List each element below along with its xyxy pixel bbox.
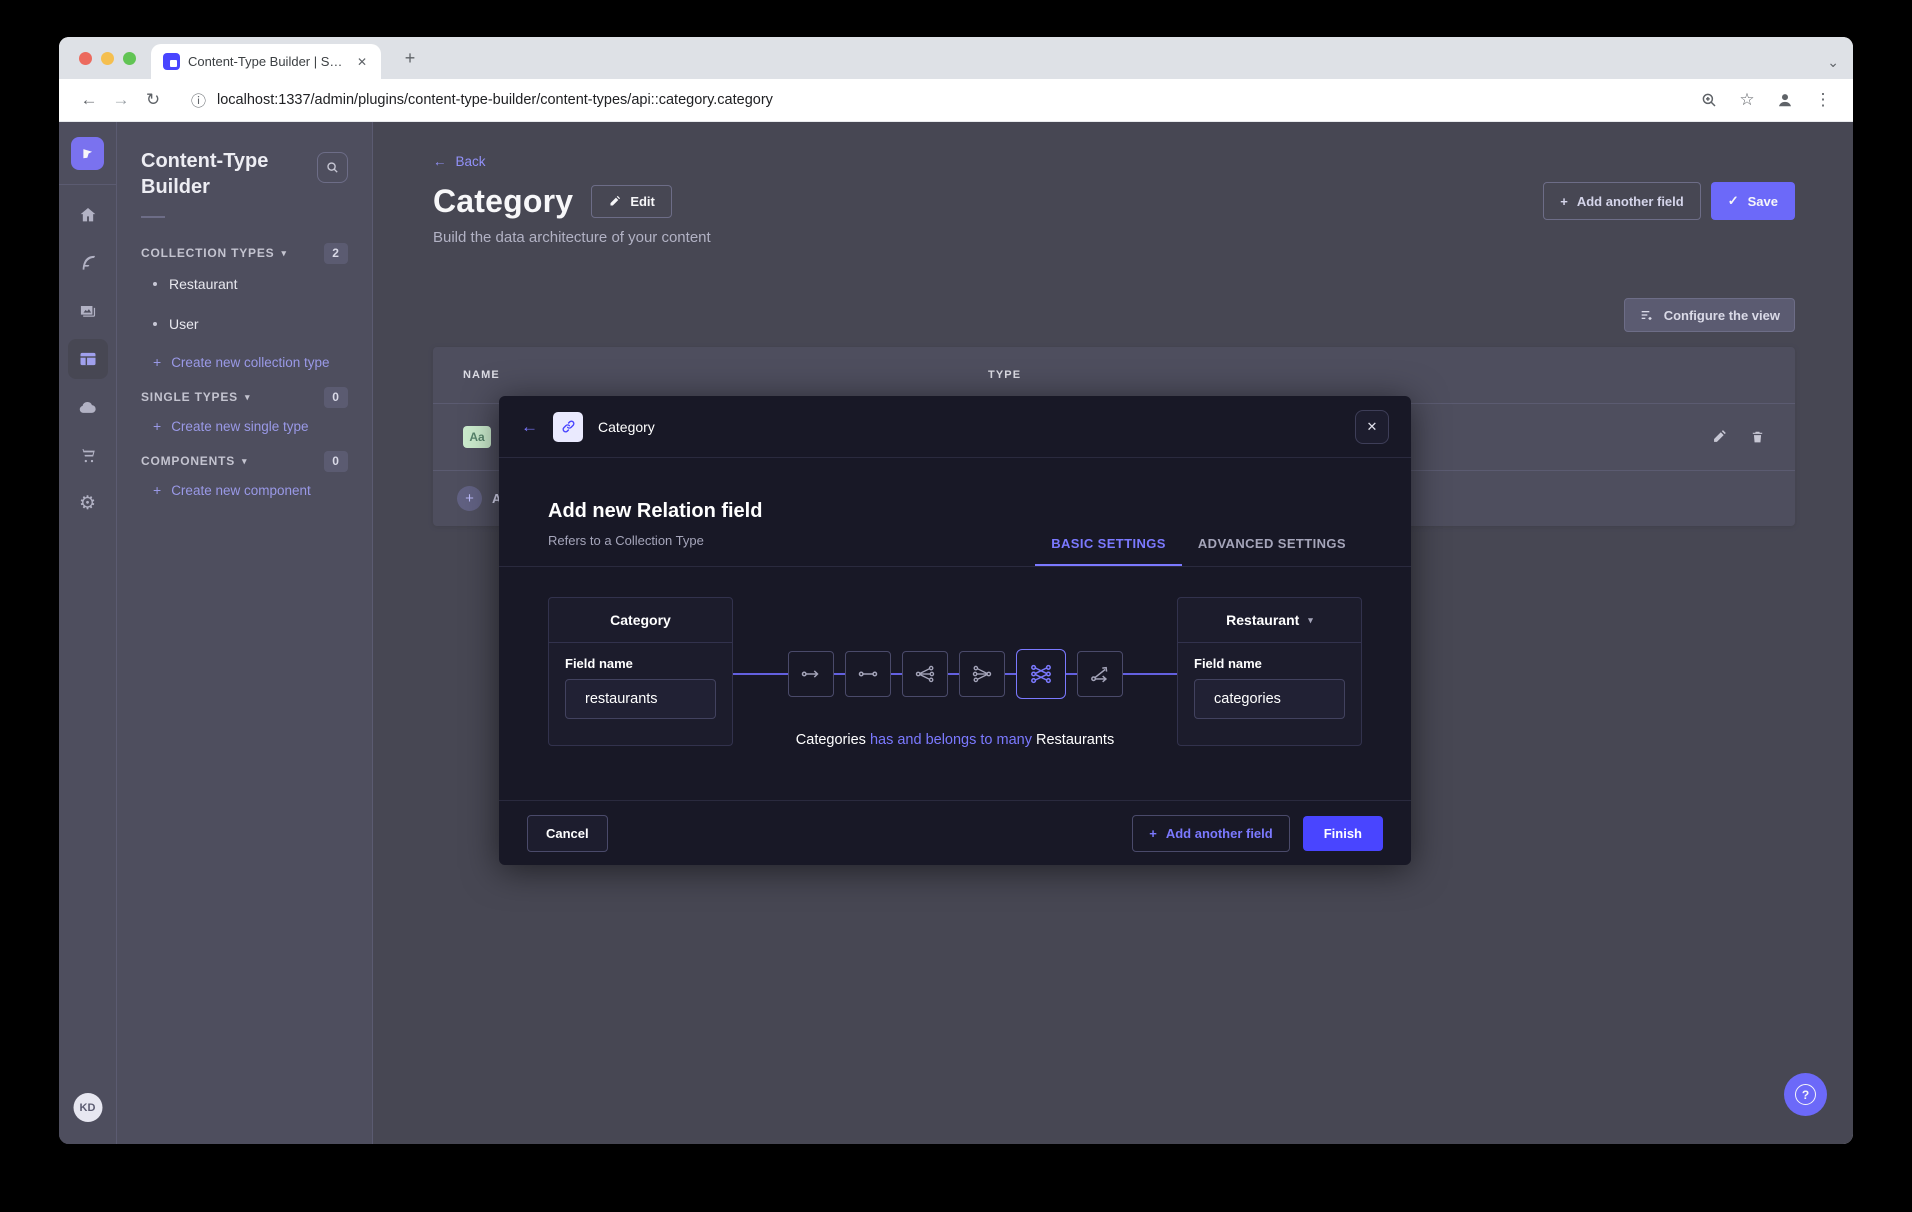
forward-button[interactable]: →: [105, 84, 137, 116]
relation-sentence: Categories has and belongs to many Resta…: [733, 732, 1177, 748]
relation-one-to-many-button[interactable]: [902, 651, 948, 697]
close-window-button[interactable]: [79, 52, 92, 65]
new-tab-button[interactable]: +: [397, 46, 423, 72]
browser-tabbar: Content-Type Builder | Strapi ✕ + ⌄: [59, 37, 1853, 79]
connector-line: [1123, 673, 1178, 675]
caret-down-icon: ▾: [1308, 615, 1313, 626]
target-relation-card: Restaurant ▾ Field name: [1177, 597, 1362, 746]
source-card-title: Category: [549, 598, 732, 643]
target-field-name-input[interactable]: [1194, 679, 1345, 719]
finish-button[interactable]: Finish: [1303, 816, 1383, 851]
relation-sentence-highlight: has and belongs to many: [870, 732, 1032, 748]
cancel-button[interactable]: Cancel: [527, 815, 608, 852]
modal-subtitle: Refers to a Collection Type: [548, 533, 762, 548]
site-info-icon[interactable]: ⓘ: [191, 90, 206, 111]
browser-window: Content-Type Builder | Strapi ✕ + ⌄ ← → …: [59, 37, 1853, 1144]
browser-toolbar: ← → ↻ ⓘ localhost:1337/admin/plugins/con…: [59, 79, 1853, 122]
minimize-window-button[interactable]: [101, 52, 114, 65]
relation-one-way-button[interactable]: [788, 651, 834, 697]
relation-many-to-one-button[interactable]: [959, 651, 1005, 697]
relation-link-icon: [553, 412, 583, 442]
modal-title: Add new Relation field: [548, 500, 762, 523]
browser-tab-active[interactable]: Content-Type Builder | Strapi ✕: [151, 44, 381, 79]
modal-header: ← Category ✕: [499, 396, 1411, 458]
fullscreen-window-button[interactable]: [123, 52, 136, 65]
plus-icon: +: [1149, 826, 1157, 841]
connector-line: [948, 673, 959, 675]
relation-type-picker: [733, 649, 1177, 699]
modal-back-arrow-icon[interactable]: ←: [521, 417, 538, 437]
connector-line: [1066, 673, 1077, 675]
back-button[interactable]: ←: [73, 84, 105, 116]
address-bar[interactable]: ⓘ localhost:1337/admin/plugins/content-t…: [169, 90, 1681, 111]
browser-menu-icon[interactable]: ⋮: [1807, 84, 1839, 116]
source-field-name-input[interactable]: [565, 679, 716, 719]
tab-close-icon[interactable]: ✕: [353, 53, 371, 71]
tab-advanced-settings[interactable]: ADVANCED SETTINGS: [1182, 522, 1362, 566]
tab-basic-settings[interactable]: BASIC SETTINGS: [1035, 522, 1182, 566]
window-controls: [79, 52, 136, 65]
strapi-app: ⚙ KD Content-Type Builder COLLECTION TYP…: [59, 122, 1853, 1144]
source-field-name-label: Field name: [565, 656, 716, 671]
relation-one-to-one-button[interactable]: [845, 651, 891, 697]
close-modal-button[interactable]: ✕: [1355, 410, 1389, 444]
connector-line: [834, 673, 845, 675]
add-relation-modal: ← Category ✕ Add new Relation field Refe…: [499, 396, 1411, 865]
target-field-name-label: Field name: [1194, 656, 1345, 671]
connector-line: [1005, 673, 1016, 675]
bookmark-star-icon[interactable]: ☆: [1731, 84, 1763, 116]
modal-footer: Cancel + Add another field Finish: [499, 800, 1411, 865]
tab-title: Content-Type Builder | Strapi: [188, 54, 345, 69]
tab-search-chevron-icon[interactable]: ⌄: [1827, 54, 1839, 71]
source-relation-card: Category Field name: [548, 597, 733, 746]
modal-tabs: BASIC SETTINGS ADVANCED SETTINGS: [1035, 522, 1362, 566]
strapi-favicon-icon: [163, 53, 180, 70]
reload-button[interactable]: ↻: [137, 84, 169, 116]
modal-add-another-field-button[interactable]: + Add another field: [1132, 815, 1289, 852]
target-collection-dropdown[interactable]: Restaurant ▾: [1178, 598, 1361, 643]
zoom-icon[interactable]: [1693, 84, 1725, 116]
profile-icon[interactable]: [1769, 84, 1801, 116]
connector-line: [891, 673, 902, 675]
relation-many-to-many-button-selected[interactable]: [1016, 649, 1066, 699]
connector-line: [733, 673, 788, 675]
relation-many-way-button[interactable]: [1077, 651, 1123, 697]
modal-header-title: Category: [598, 419, 655, 435]
url-text[interactable]: localhost:1337/admin/plugins/content-typ…: [217, 92, 773, 108]
